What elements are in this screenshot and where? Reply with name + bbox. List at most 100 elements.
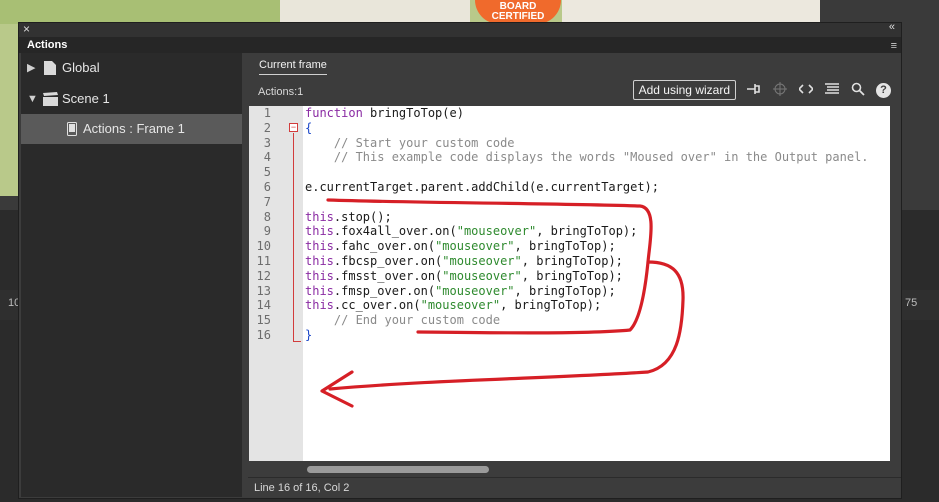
- line-numbers: 1 2 3 4 5 6 7 8 9 10 11 12 13 14 15 16: [249, 106, 271, 343]
- code-line[interactable]: this.stop();: [305, 210, 890, 225]
- mobile-doc-icon: [67, 122, 77, 136]
- script-editor-area: Current frame Actions:1 Add using wizard…: [248, 53, 901, 497]
- breadcrumb: Actions:1: [258, 86, 304, 98]
- panel-menu-icon[interactable]: ≡: [891, 40, 897, 52]
- code-token: "mouseover": [442, 253, 522, 268]
- code-token: this: [305, 209, 334, 224]
- artwork-strip: [562, 0, 820, 24]
- line-number: 15: [256, 313, 271, 328]
- tab-current-frame[interactable]: Current frame: [259, 59, 327, 75]
- editor-toolbar: Add using wizard ?: [632, 79, 891, 101]
- code-token: , bringToTop);: [514, 283, 616, 298]
- code-line[interactable]: // End your custom code: [305, 313, 890, 328]
- ruler-label-right: 75: [905, 297, 918, 309]
- chevron-right-icon[interactable]: ▶: [27, 53, 35, 83]
- fold-toggle-icon[interactable]: −: [289, 123, 298, 132]
- code-token: // End your custom code: [305, 313, 501, 328]
- sidebar-item-global[interactable]: ▶ Global: [21, 53, 242, 83]
- actions-panel: × « Actions ≡ ▶ Global ▼ Scene 1 Actions…: [18, 21, 902, 499]
- code-token: }: [305, 327, 313, 342]
- code-token: "mouseover": [456, 224, 537, 239]
- line-number: 5: [263, 165, 271, 180]
- close-icon[interactable]: ×: [23, 22, 30, 36]
- code-line[interactable]: [305, 195, 890, 210]
- code-token: "mouseover": [435, 239, 515, 254]
- line-number: 10: [256, 239, 271, 254]
- board-certified-badge: BOARD CERTIFIED: [475, 0, 561, 24]
- code-line[interactable]: {: [305, 121, 890, 136]
- code-brackets-icon[interactable]: [797, 83, 815, 98]
- line-number: 1: [263, 106, 271, 120]
- code-token: .fbcsp_over.on(: [333, 253, 443, 268]
- chevron-down-icon[interactable]: ▼: [27, 84, 38, 114]
- format-icon[interactable]: [824, 82, 840, 98]
- file-icon: [44, 61, 56, 75]
- line-number: 9: [263, 224, 271, 239]
- code-line[interactable]: this.fahc_over.on("mouseover", bringToTo…: [305, 239, 890, 254]
- code-lines[interactable]: function bringToTop(e){ // Start your cu…: [305, 106, 890, 343]
- scrollbar-thumb[interactable]: [307, 466, 489, 473]
- add-using-wizard-button[interactable]: Add using wizard: [632, 80, 736, 100]
- artwork-strip: [280, 0, 470, 24]
- code-token: .fox4all_over.on(: [333, 224, 457, 239]
- search-icon[interactable]: [850, 82, 866, 99]
- code-line[interactable]: this.fmsst_over.on("mouseover", bringToT…: [305, 269, 890, 284]
- code-token: this: [305, 253, 334, 268]
- line-number: 13: [256, 283, 271, 298]
- line-number: 4: [263, 150, 271, 165]
- code-token: "mouseover": [420, 298, 501, 313]
- tab-actions[interactable]: Actions: [19, 37, 76, 53]
- code-line[interactable]: this.fmsp_over.on("mouseover", bringToTo…: [305, 284, 890, 299]
- code-line[interactable]: [305, 165, 890, 180]
- sidebar-item-label: Scene 1: [62, 91, 110, 106]
- code-token: this: [305, 298, 334, 313]
- code-line[interactable]: e.currentTarget.parent.addChild(e.curren…: [305, 180, 890, 195]
- code-token: bringToTop(e): [362, 106, 464, 120]
- code-editor[interactable]: 1 2 3 4 5 6 7 8 9 10 11 12 13 14 15 16 − function bring…: [249, 106, 890, 461]
- code-token: "mouseover": [435, 283, 515, 298]
- code-line[interactable]: this.fbcsp_over.on("mouseover", bringToT…: [305, 254, 890, 269]
- code-token: , bringToTop);: [521, 268, 623, 283]
- code-token: // This example code displays the words …: [305, 150, 869, 165]
- line-number: 14: [256, 298, 271, 313]
- code-token: , bringToTop);: [536, 224, 638, 239]
- code-token: .fahc_over.on(: [333, 239, 436, 254]
- code-line[interactable]: // Start your custom code: [305, 136, 890, 151]
- code-token: e.currentTarget.parent.addChild(e.curren…: [305, 179, 660, 194]
- fold-guide-end: [293, 341, 301, 342]
- status-bar: Line 16 of 16, Col 2: [248, 477, 901, 497]
- line-number: 12: [256, 268, 271, 283]
- code-token: this: [305, 224, 334, 239]
- code-line[interactable]: function bringToTop(e): [305, 106, 890, 121]
- code-token: .fmsst_over.on(: [333, 268, 443, 283]
- panel-titlebar: × «: [19, 21, 901, 37]
- line-number: 16: [256, 327, 271, 342]
- code-token: function: [305, 106, 363, 120]
- sidebar-item-scene-1[interactable]: ▼ Scene 1: [21, 84, 242, 114]
- code-token: , bringToTop);: [514, 239, 616, 254]
- code-line[interactable]: this.fox4all_over.on("mouseover", bringT…: [305, 224, 890, 239]
- code-token: this: [305, 239, 334, 254]
- code-token: .stop();: [333, 209, 392, 224]
- code-token: {: [305, 120, 313, 135]
- horizontal-scrollbar[interactable]: [302, 465, 877, 475]
- line-number: 6: [263, 179, 271, 194]
- help-icon[interactable]: ?: [876, 82, 891, 98]
- target-icon[interactable]: [772, 81, 788, 99]
- collapse-icon[interactable]: «: [889, 21, 895, 33]
- line-number: 3: [263, 135, 271, 150]
- code-line[interactable]: this.cc_over.on("mouseover", bringToTop)…: [305, 298, 890, 313]
- sidebar-item-actions-frame-1[interactable]: Actions : Frame 1: [21, 114, 242, 144]
- line-number: 8: [263, 209, 271, 224]
- code-token: // Start your custom code: [305, 135, 515, 150]
- line-number: 7: [263, 194, 271, 209]
- artwork-strip: [0, 0, 280, 24]
- code-token: , bringToTop);: [521, 253, 623, 268]
- sidebar-item-label: Actions : Frame 1: [83, 121, 185, 136]
- code-line[interactable]: }: [305, 328, 890, 343]
- pin-icon[interactable]: [746, 83, 762, 98]
- code-line[interactable]: // This example code displays the words …: [305, 150, 890, 165]
- code-token: , bringToTop);: [500, 298, 602, 313]
- actions-navigator: ▶ Global ▼ Scene 1 Actions : Frame 1: [21, 53, 242, 497]
- code-token: this: [305, 283, 334, 298]
